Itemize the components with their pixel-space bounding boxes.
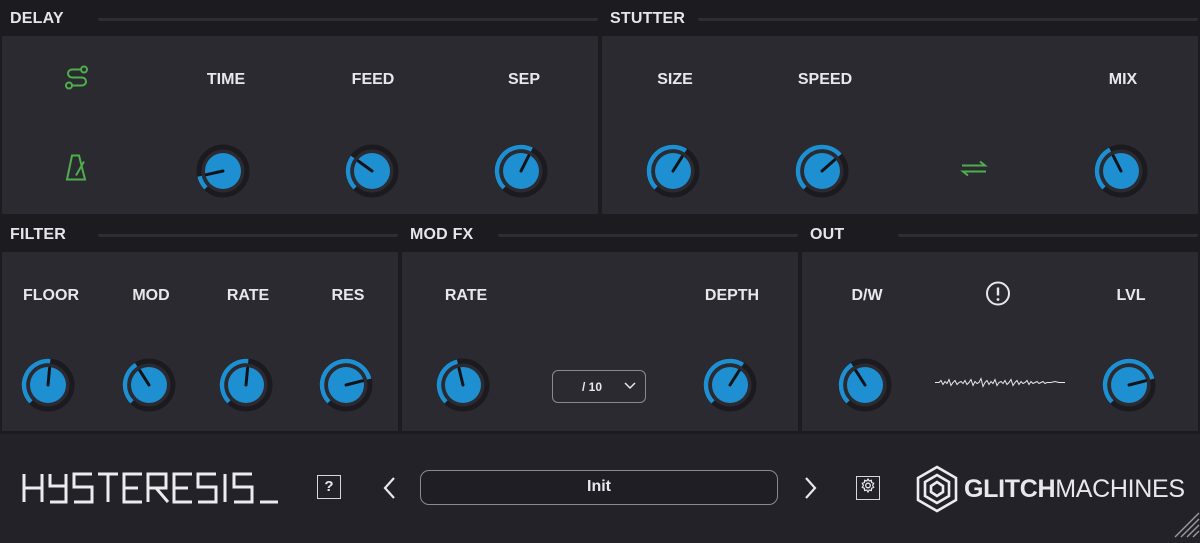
chevron-down-icon — [624, 379, 636, 394]
gear-icon — [860, 477, 876, 499]
out-dw-label: D/W — [851, 287, 883, 304]
hysteresis-logo — [22, 470, 280, 511]
modfx-rate-label: RATE — [444, 287, 488, 304]
filter-rate-knob[interactable] — [216, 355, 276, 415]
modfx-header: MOD FX — [400, 216, 798, 252]
filter-floor-knob[interactable] — [18, 355, 78, 415]
alert-circle-icon[interactable] — [985, 281, 1011, 312]
filter-res-knob[interactable] — [316, 355, 376, 415]
filter-title: FILTER — [10, 226, 67, 243]
delay-feed-knob[interactable] — [342, 141, 402, 201]
stutter-speed-label: SPEED — [797, 71, 853, 88]
knob-value-arc — [345, 155, 357, 190]
filter-res-label: RES — [331, 287, 365, 304]
modfx-depth-label: DEPTH — [704, 287, 760, 304]
glitchmachines-logo-icon — [914, 464, 960, 519]
rate-division-value: / 10 — [582, 380, 603, 394]
delay-title: DELAY — [10, 10, 64, 27]
stutter-size-label: SIZE — [657, 71, 693, 88]
filter-mod-label: MOD — [132, 287, 170, 304]
metronome-icon[interactable] — [64, 154, 88, 187]
waveform-display — [935, 375, 1065, 396]
filter-mod-knob[interactable] — [119, 355, 179, 415]
knob-value-arc — [197, 175, 208, 190]
rate-division-select[interactable]: / 10 — [552, 370, 646, 403]
out-title: OUT — [810, 226, 845, 243]
swap-arrows-icon[interactable] — [960, 160, 988, 183]
stutter-mix-label: MIX — [1108, 71, 1138, 88]
brand-bold: GLITCH — [964, 475, 1056, 503]
modfx-depth-knob[interactable] — [700, 355, 760, 415]
modfx-title: MOD FX — [410, 226, 474, 243]
modfx-rate-knob[interactable] — [433, 355, 493, 415]
delay-header: DELAY — [0, 0, 598, 36]
out-header-line — [898, 234, 1198, 237]
out-header: OUT — [800, 216, 1200, 252]
stutter-title: STUTTER — [610, 10, 686, 27]
knob-pointer — [244, 366, 250, 387]
next-preset-button[interactable] — [800, 475, 820, 506]
resize-grip[interactable] — [1170, 508, 1200, 543]
modfx-header-line — [498, 234, 798, 237]
glitchmachines-brand: GLITCHMACHINES — [964, 475, 1185, 504]
stutter-mix-knob[interactable] — [1091, 141, 1151, 201]
delay-sep-knob[interactable] — [491, 141, 551, 201]
prev-preset-button[interactable] — [380, 475, 400, 506]
out-dw-knob[interactable] — [835, 355, 895, 415]
stutter-speed-knob[interactable] — [792, 141, 852, 201]
filter-header-line — [98, 234, 398, 237]
stutter-header: STUTTER — [600, 0, 1200, 36]
delay-time-knob[interactable] — [193, 141, 253, 201]
route-icon[interactable] — [64, 65, 90, 96]
delay-sep-label: SEP — [507, 71, 541, 88]
delay-header-line — [98, 18, 598, 21]
filter-rate-label: RATE — [226, 287, 270, 304]
settings-button[interactable] — [856, 476, 880, 500]
knob-pointer — [46, 366, 52, 387]
filter-header: FILTER — [0, 216, 398, 252]
filter-floor-label: FLOOR — [23, 287, 79, 304]
stutter-size-knob[interactable] — [643, 141, 703, 201]
delay-feed-label: FEED — [351, 71, 395, 88]
help-button[interactable]: ? — [317, 475, 341, 499]
delay-time-label: TIME — [206, 71, 246, 88]
preset-name-field[interactable]: Init — [420, 470, 778, 505]
stutter-header-line — [698, 18, 1198, 21]
out-lvl-label: LVL — [1116, 287, 1146, 304]
brand-light: MACHINES — [1055, 475, 1185, 503]
out-lvl-knob[interactable] — [1099, 355, 1159, 415]
